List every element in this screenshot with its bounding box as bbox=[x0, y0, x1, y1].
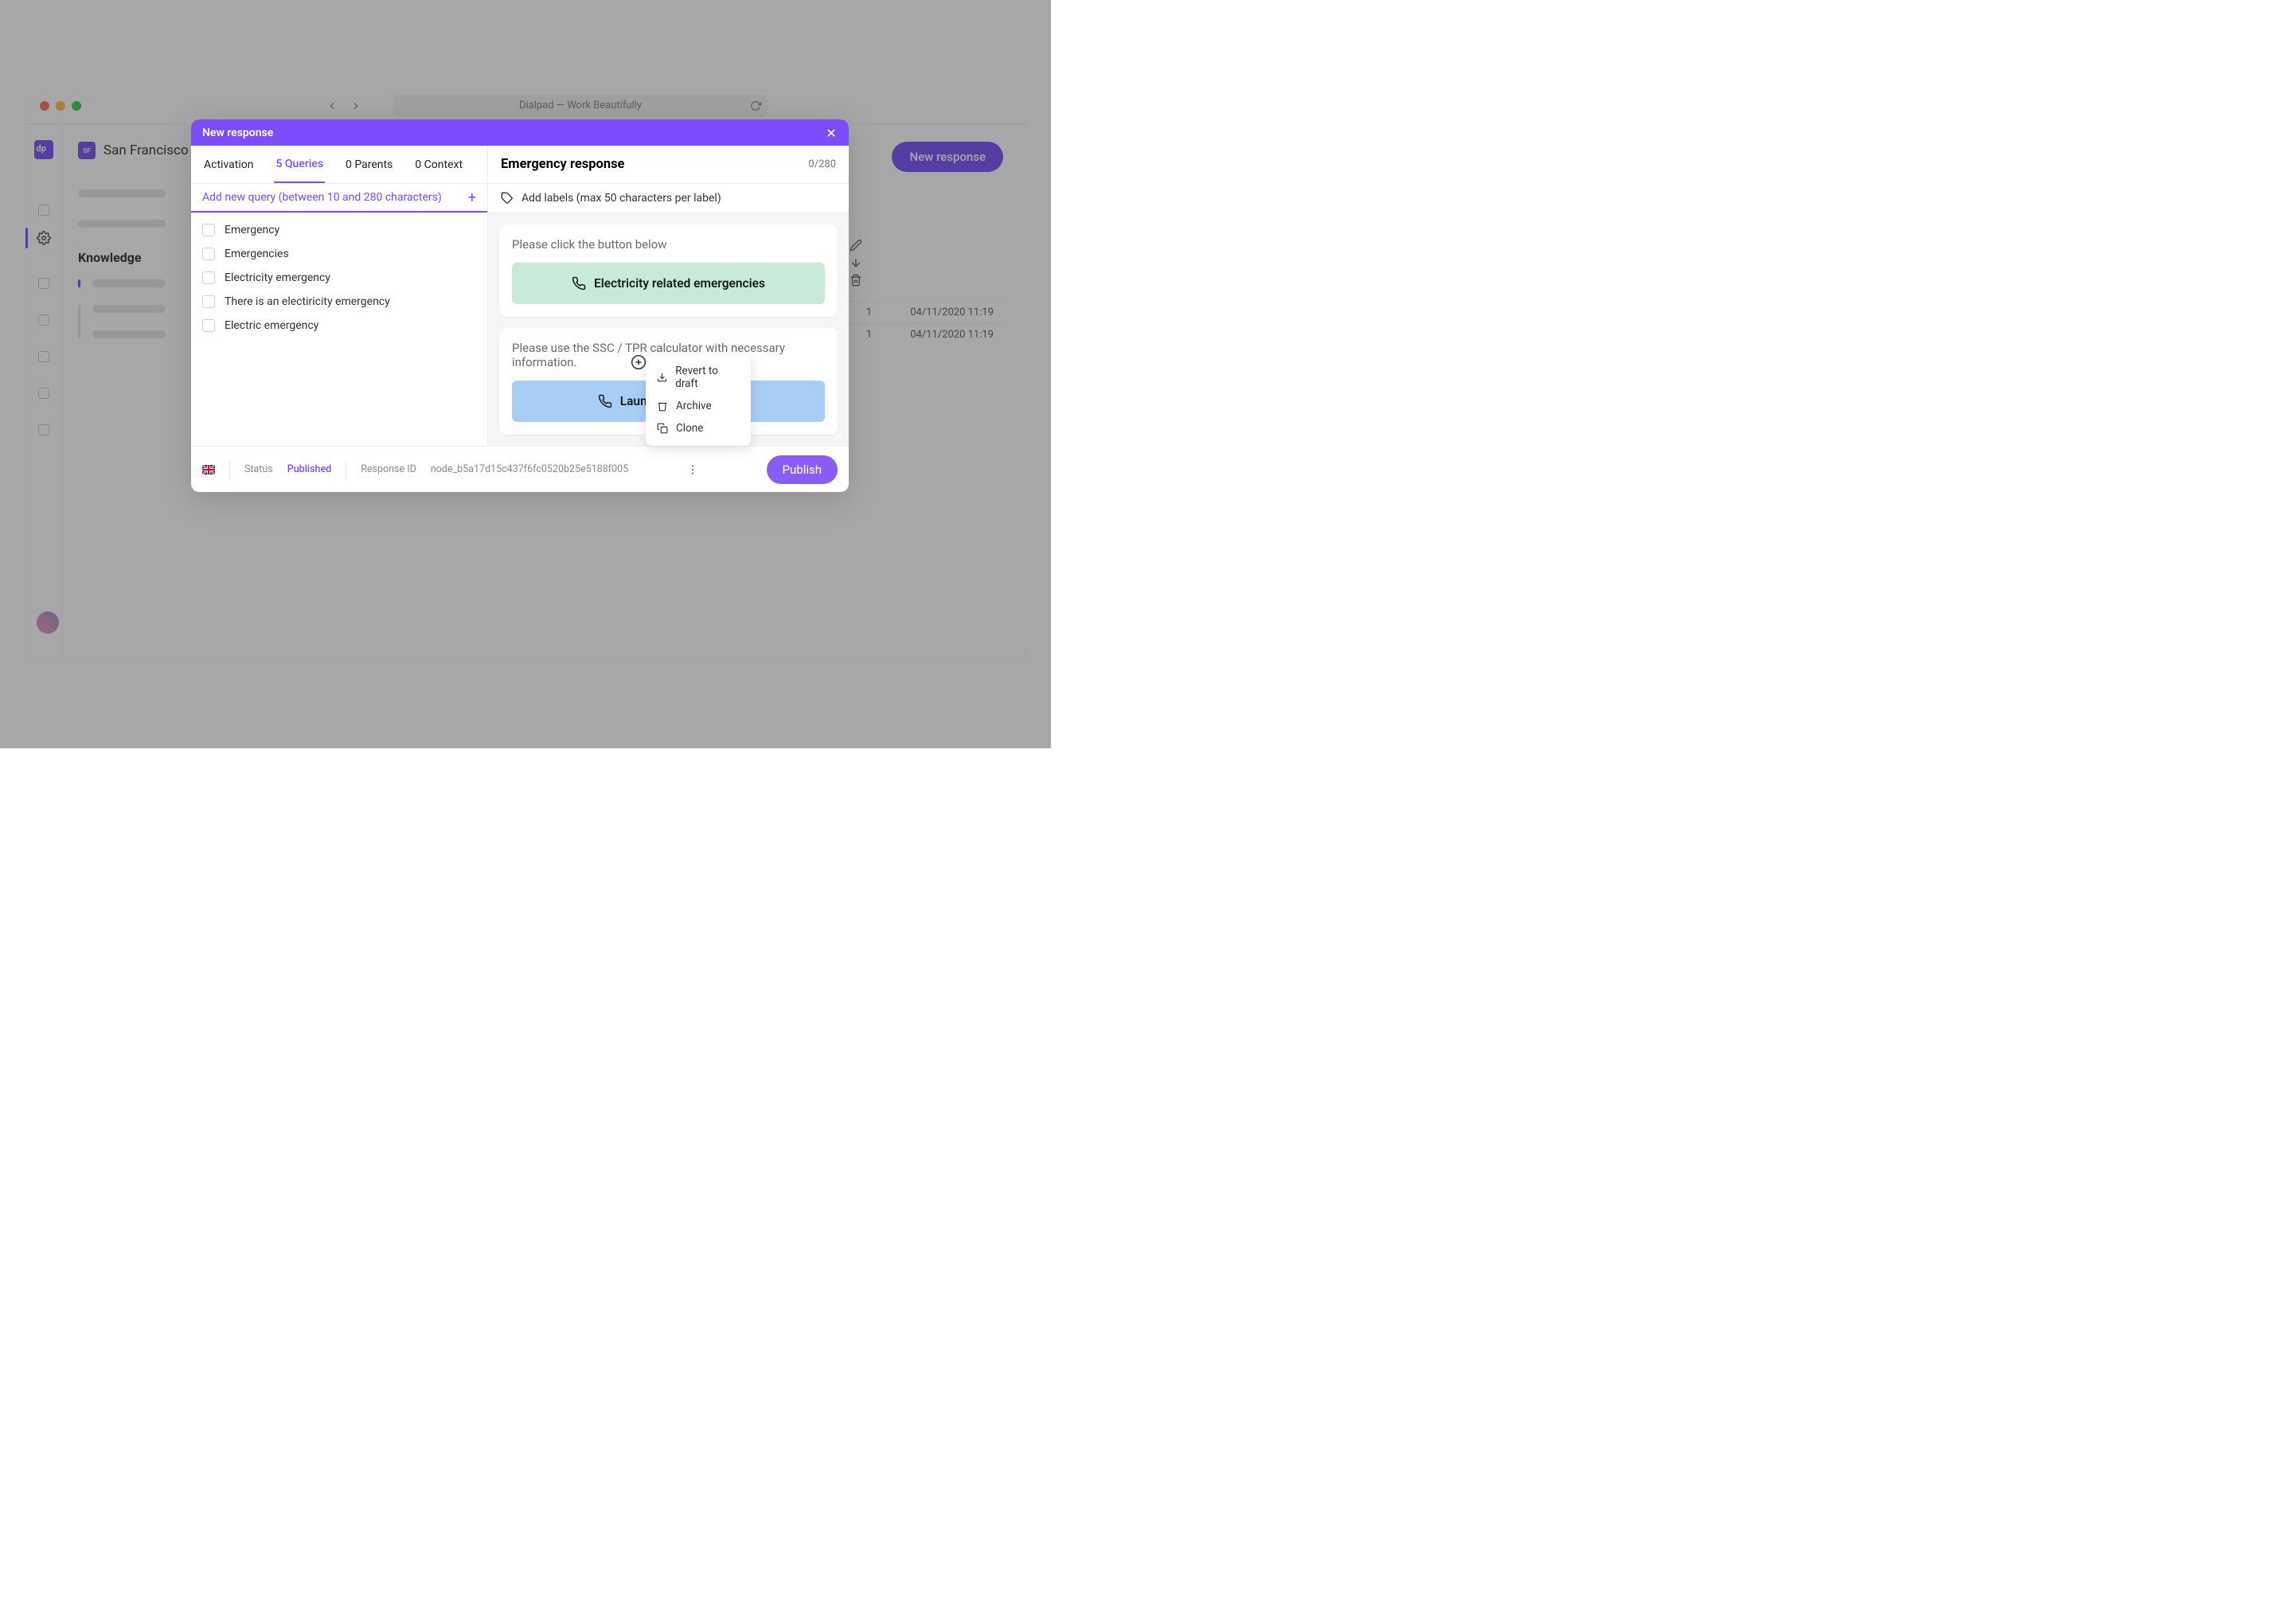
menu-revert-to-draft[interactable]: Revert to draft bbox=[646, 360, 751, 395]
trash-icon bbox=[657, 400, 668, 412]
tab-queries[interactable]: 5 Queries bbox=[274, 146, 325, 183]
tab-parents[interactable]: 0 Parents bbox=[344, 147, 394, 182]
context-menu: Revert to draft Archive Clone bbox=[646, 353, 751, 446]
char-counter: 0/280 bbox=[808, 158, 836, 170]
download-icon bbox=[657, 372, 667, 383]
query-item[interactable]: Electric emergency bbox=[202, 319, 476, 332]
response-card: Please click the button below Electricit… bbox=[499, 224, 838, 317]
query-item[interactable]: There is an electiricity emergency bbox=[202, 295, 476, 308]
query-item[interactable]: Emergencies bbox=[202, 248, 476, 260]
arrow-down-icon[interactable] bbox=[850, 256, 862, 269]
phone-icon bbox=[572, 276, 586, 291]
checkbox[interactable] bbox=[202, 224, 215, 236]
checkbox[interactable] bbox=[202, 319, 215, 332]
add-query-input[interactable]: Add new query (between 10 and 280 charac… bbox=[191, 184, 487, 213]
publish-button[interactable]: Publish bbox=[767, 455, 838, 484]
query-item[interactable]: Emergency bbox=[202, 224, 476, 236]
uk-flag-icon[interactable] bbox=[202, 465, 215, 474]
checkbox[interactable] bbox=[202, 271, 215, 284]
copy-icon bbox=[657, 423, 668, 434]
card-action-button[interactable]: Electricity related emergencies bbox=[512, 263, 825, 304]
modal-titlebar: New response bbox=[191, 119, 849, 146]
card-text: Please click the button below bbox=[512, 237, 825, 252]
add-block-icon[interactable] bbox=[630, 353, 647, 371]
checkbox[interactable] bbox=[202, 248, 215, 260]
tab-context[interactable]: 0 Context bbox=[413, 147, 464, 182]
add-query-placeholder: Add new query (between 10 and 280 charac… bbox=[202, 191, 442, 204]
menu-archive[interactable]: Archive bbox=[646, 395, 751, 417]
response-title: Emergency response bbox=[501, 157, 624, 172]
new-response-modal: New response Activation 5 Queries 0 Pare… bbox=[191, 119, 849, 492]
tag-icon bbox=[501, 192, 514, 205]
plus-icon[interactable]: + bbox=[468, 189, 476, 206]
close-icon[interactable] bbox=[825, 127, 838, 139]
tab-activation[interactable]: Activation bbox=[202, 147, 255, 182]
trash-icon[interactable] bbox=[850, 274, 862, 287]
checkbox[interactable] bbox=[202, 295, 215, 308]
response-id-value: node_b5a17d15c437f6fc0520b25e5188f005 bbox=[431, 463, 628, 475]
status-label: Status bbox=[244, 463, 273, 475]
edit-icon[interactable] bbox=[850, 239, 862, 252]
response-id-label: Response ID bbox=[361, 463, 416, 475]
more-vert-icon[interactable] bbox=[686, 463, 699, 476]
phone-icon bbox=[598, 394, 612, 408]
modal-footer: Status Published Response ID node_b5a17d… bbox=[191, 446, 849, 492]
query-item[interactable]: Electricity emergency bbox=[202, 271, 476, 284]
modal-title: New response bbox=[202, 127, 273, 139]
menu-clone[interactable]: Clone bbox=[646, 417, 751, 439]
status-value: Published bbox=[287, 463, 331, 475]
add-labels-placeholder[interactable]: Add labels (max 50 characters per label) bbox=[521, 192, 721, 205]
